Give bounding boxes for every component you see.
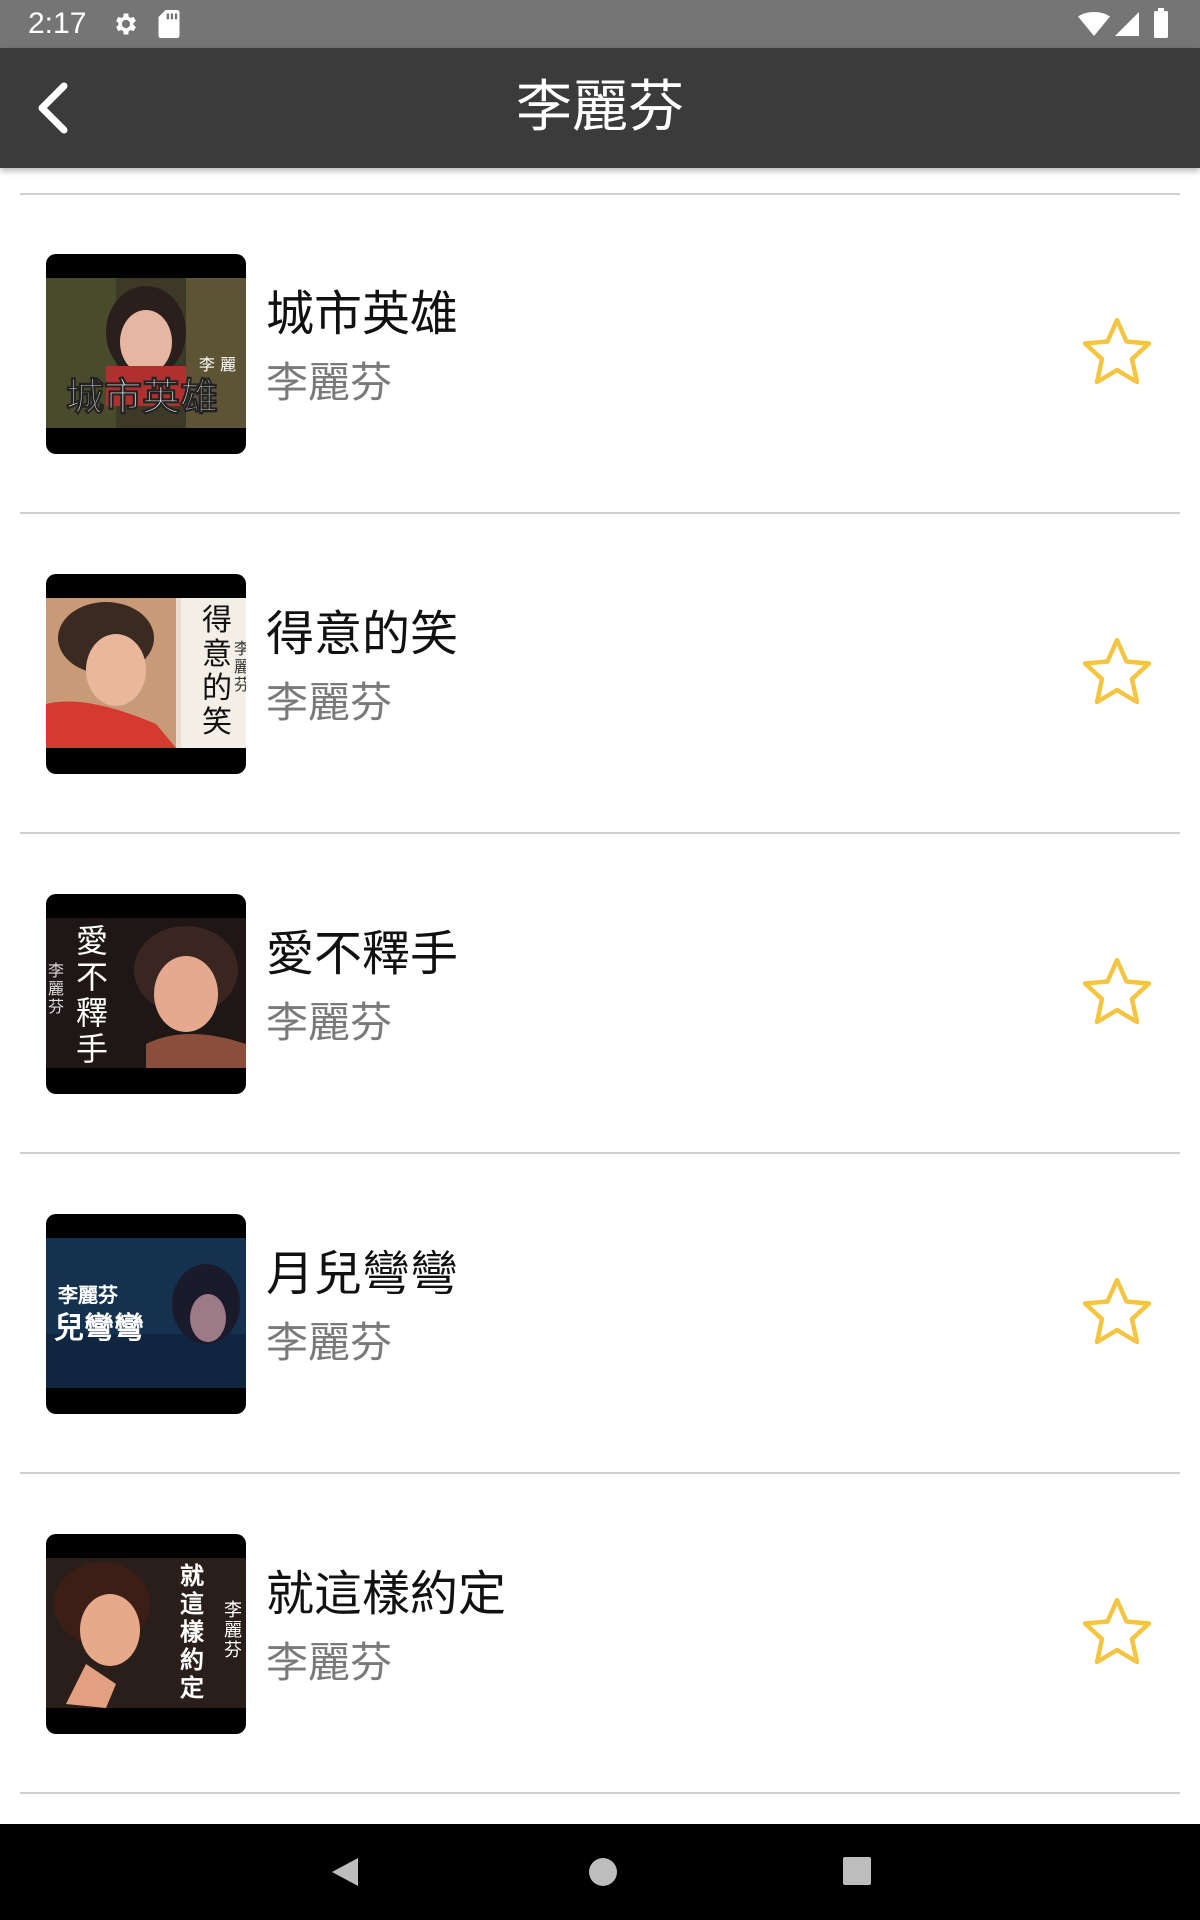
wifi-icon xyxy=(1078,12,1110,36)
favorite-star-icon[interactable] xyxy=(1080,636,1154,708)
page-title: 李麗芬 xyxy=(516,75,684,140)
status-time: 2:17 xyxy=(28,7,87,40)
favorite-star-icon[interactable] xyxy=(1080,1596,1154,1668)
svg-text:麗: 麗 xyxy=(234,657,246,676)
svg-text:約: 約 xyxy=(180,1646,204,1674)
song-title: 就這樣約定 xyxy=(266,1566,507,1622)
song-item[interactable]: 愛 不 釋 手 李 麗 芬 愛不釋手 李麗芬 xyxy=(0,834,1200,1154)
nav-back-icon[interactable] xyxy=(326,1852,366,1892)
album-thumbnail: 就 這 樣 約 定 李 麗 芬 xyxy=(46,1534,246,1734)
cell-signal-icon xyxy=(1115,12,1139,36)
favorite-star-icon[interactable] xyxy=(1080,956,1154,1028)
svg-text:釋: 釋 xyxy=(76,994,108,1032)
svg-text:芬: 芬 xyxy=(48,997,64,1016)
album-thumbnail: 愛 不 釋 手 李 麗 芬 xyxy=(46,894,246,1094)
song-title: 城市英雄 xyxy=(266,286,459,342)
svg-text:李: 李 xyxy=(234,639,246,658)
song-title: 愛不釋手 xyxy=(266,926,459,982)
svg-text:芬: 芬 xyxy=(224,1640,242,1661)
svg-text:定: 定 xyxy=(180,1674,204,1702)
album-thumbnail: 得 意 的 笑 李 麗 芬 xyxy=(46,574,246,774)
nav-home-icon[interactable] xyxy=(585,1854,621,1890)
thumb-caption-text: 愛 不 釋 手 xyxy=(76,922,108,1068)
svg-text:麗: 麗 xyxy=(48,979,64,998)
list-divider xyxy=(20,1792,1180,1794)
song-artist: 李麗芬 xyxy=(266,1638,393,1687)
song-item[interactable]: 李 麗 城市英雄 城市英雄 李麗芬 xyxy=(0,194,1200,514)
svg-text:不: 不 xyxy=(76,958,108,996)
nav-recents-icon[interactable] xyxy=(840,1854,874,1888)
song-item[interactable]: 得 意 的 笑 李 麗 芬 得意的笑 李麗芬 xyxy=(0,514,1200,834)
thumb-caption-text: 就 這 樣 約 定 xyxy=(180,1562,205,1702)
thumb-artist-text: 李 麗 芬 xyxy=(48,961,64,1016)
svg-text:得: 得 xyxy=(202,603,232,638)
back-button[interactable] xyxy=(30,76,82,140)
song-title: 月兒彎彎 xyxy=(266,1246,459,1302)
sd-card-icon xyxy=(158,10,180,38)
battery-icon xyxy=(1154,8,1168,38)
svg-text:李: 李 xyxy=(224,1600,242,1621)
settings-gear-icon xyxy=(116,13,136,35)
thumb-artist-text: 李麗芬 xyxy=(57,1283,119,1307)
thumb-caption-text: 兒彎彎 xyxy=(54,1311,144,1346)
svg-text:這: 這 xyxy=(180,1590,204,1618)
song-title: 得意的笑 xyxy=(266,606,459,662)
svg-text:芬: 芬 xyxy=(234,675,246,694)
thumb-caption-text: 得 意 的 笑 xyxy=(202,603,232,740)
song-artist: 李麗芬 xyxy=(266,998,393,1047)
song-item[interactable]: 李麗芬 兒彎彎 月兒彎彎 李麗芬 xyxy=(0,1154,1200,1474)
status-bar: 2:17 xyxy=(0,0,1200,48)
svg-text:笑: 笑 xyxy=(202,705,232,740)
song-item[interactable]: 就 這 樣 約 定 李 麗 芬 就這樣約定 李麗芬 xyxy=(0,1474,1200,1794)
song-artist: 李麗芬 xyxy=(266,1318,393,1367)
svg-text:李: 李 xyxy=(48,961,64,980)
app-bar: 李麗芬 xyxy=(0,48,1200,168)
favorite-star-icon[interactable] xyxy=(1080,316,1154,388)
system-nav-bar xyxy=(0,1824,1200,1920)
thumb-artist-text: 李 麗 芬 xyxy=(224,1600,242,1661)
svg-text:意: 意 xyxy=(202,637,232,672)
chevron-left-icon xyxy=(38,82,68,134)
thumb-artist-text: 李 麗 xyxy=(199,355,236,374)
svg-text:就: 就 xyxy=(180,1562,204,1590)
thumb-artist-text: 李 麗 芬 xyxy=(234,639,246,694)
svg-text:的: 的 xyxy=(202,671,232,706)
svg-text:愛: 愛 xyxy=(76,922,108,960)
thumb-caption-text: 城市英雄 xyxy=(66,374,218,419)
album-thumbnail: 李麗芬 兒彎彎 xyxy=(46,1214,246,1414)
song-artist: 李麗芬 xyxy=(266,678,393,727)
svg-text:手: 手 xyxy=(76,1030,108,1068)
svg-text:樣: 樣 xyxy=(180,1618,205,1646)
svg-text:麗: 麗 xyxy=(224,1620,242,1641)
song-artist: 李麗芬 xyxy=(266,358,393,407)
favorite-star-icon[interactable] xyxy=(1080,1276,1154,1348)
album-thumbnail: 李 麗 城市英雄 xyxy=(46,254,246,454)
